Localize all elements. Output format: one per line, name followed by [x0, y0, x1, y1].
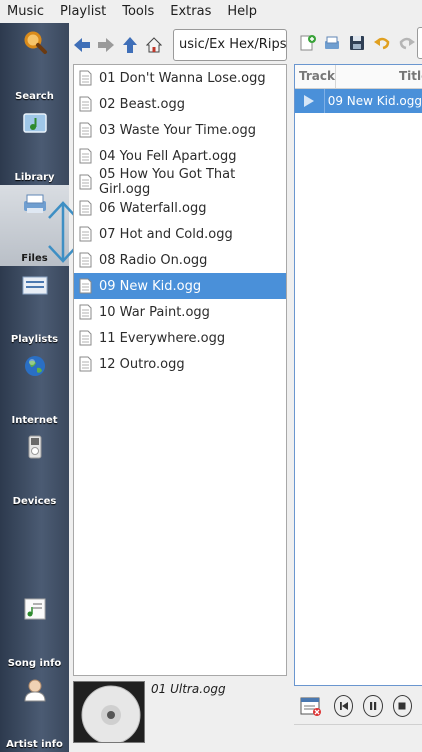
playlist-row-title: 09 New Kid.ogg	[327, 94, 422, 108]
file-name: 02 Beast.ogg	[99, 96, 186, 112]
audio-file-icon	[79, 148, 92, 164]
sidebar-item-label: Song info	[7, 658, 62, 669]
transport-bar	[294, 688, 422, 724]
sidebar-item-playlists[interactable]: Playlists	[0, 266, 69, 347]
sidebar-item-label: Internet	[11, 415, 58, 426]
column-title[interactable]: Title	[336, 65, 422, 88]
clear-playlist-button[interactable]	[300, 696, 322, 716]
audio-file-icon	[79, 200, 92, 216]
song-info-icon	[22, 596, 48, 622]
list-item[interactable]: 05 How You Got That Girl.ogg	[74, 167, 286, 197]
home-button[interactable]	[142, 33, 166, 57]
audio-file-icon	[79, 174, 92, 190]
file-name: 09 New Kid.ogg	[99, 278, 202, 294]
audio-file-icon	[79, 226, 92, 242]
audio-file-icon	[79, 304, 92, 320]
audio-file-icon	[79, 96, 92, 112]
album-art	[73, 681, 145, 743]
list-item[interactable]: 08 Radio On.ogg	[74, 247, 286, 273]
back-button[interactable]	[70, 33, 94, 57]
file-name: 05 How You Got That Girl.ogg	[99, 167, 236, 197]
file-name: 08 Radio On.ogg	[99, 252, 208, 268]
sidebar-item-label: Search	[15, 91, 54, 102]
file-name: 03 Waste Your Time.ogg	[99, 122, 256, 138]
globe-icon	[22, 353, 48, 379]
file-browser-toolbar: usic/Ex Hex/Rips	[70, 27, 292, 63]
list-item[interactable]: 06 Waterfall.ogg	[74, 195, 286, 221]
sidebar-item-label: Playlists	[10, 334, 59, 345]
artist-icon	[22, 677, 48, 703]
list-item[interactable]: 12 Outro.ogg	[74, 351, 286, 377]
file-name: 10 War Paint.ogg	[99, 304, 210, 320]
file-name: 07 Hot and Cold.ogg	[99, 226, 233, 242]
music-library-icon	[22, 110, 48, 136]
list-item[interactable]: 04 You Fell Apart.ogg	[74, 143, 286, 169]
up-button[interactable]	[118, 33, 142, 57]
sidebar-item-search[interactable]: Search	[0, 23, 69, 104]
file-name: 11 Everywhere.ogg	[99, 330, 226, 346]
sidebar-item-label: Library	[14, 172, 55, 183]
column-track[interactable]: Track	[295, 65, 336, 88]
pause-button[interactable]	[363, 695, 383, 717]
file-name: 01 Don't Wanna Lose.ogg	[99, 70, 266, 86]
list-item[interactable]: 10 War Paint.ogg	[74, 299, 286, 325]
menu-playlist[interactable]: Playlist	[52, 0, 114, 23]
list-item[interactable]: 11 Everywhere.ogg	[74, 325, 286, 351]
audio-file-icon	[79, 278, 92, 294]
file-name: 06 Waterfall.ogg	[99, 200, 207, 216]
list-item[interactable]: 02 Beast.ogg	[74, 91, 286, 117]
now-playing-title: 01 Ultra.ogg	[151, 682, 226, 696]
playlist-header: Track Title	[295, 65, 422, 89]
new-playlist-button[interactable]	[294, 31, 319, 56]
audio-file-icon	[79, 70, 92, 86]
ipod-icon	[22, 434, 48, 460]
audio-file-icon	[79, 252, 92, 268]
magnifier-icon	[22, 29, 48, 55]
menu-help[interactable]: Help	[219, 0, 265, 23]
sidebar-item-label: Artist info	[6, 739, 63, 750]
list-item[interactable]: 03 Waste Your Time.ogg	[74, 117, 286, 143]
list-item[interactable]: 09 New Kid.ogg	[74, 273, 286, 299]
now-playing-icon	[295, 89, 325, 113]
playlist-toolbar	[292, 27, 422, 59]
sidebar: Search Library Files Playlists Internet …	[0, 23, 78, 752]
forward-button[interactable]	[94, 33, 118, 57]
menu-bar: Music Playlist Tools Extras Help	[0, 0, 422, 23]
divider	[294, 724, 422, 725]
menu-tools[interactable]: Tools	[114, 0, 162, 23]
path-input[interactable]: usic/Ex Hex/Rips	[173, 29, 287, 61]
sidebar-item-internet[interactable]: Internet	[0, 347, 69, 428]
file-name: 04 You Fell Apart.ogg	[99, 148, 237, 164]
file-name: 12 Outro.ogg	[99, 356, 185, 372]
previous-track-button[interactable]	[334, 695, 354, 717]
stop-button[interactable]	[392, 695, 412, 717]
audio-file-icon	[79, 356, 92, 372]
playlist-icon	[22, 272, 48, 298]
menu-extras[interactable]: Extras	[162, 0, 219, 23]
audio-file-icon	[79, 122, 92, 138]
sidebar-item-label: Devices	[12, 496, 57, 507]
load-playlist-button[interactable]	[319, 31, 344, 56]
list-item[interactable]: 01 Don't Wanna Lose.ogg	[74, 65, 286, 91]
playlist-search-input[interactable]	[417, 27, 422, 59]
list-item[interactable]: 07 Hot and Cold.ogg	[74, 221, 286, 247]
save-playlist-button[interactable]	[344, 31, 369, 56]
menu-music[interactable]: Music	[0, 0, 52, 23]
sidebar-item-devices[interactable]: Devices	[0, 428, 69, 509]
file-list[interactable]: 01 Don't Wanna Lose.ogg 02 Beast.ogg 03 Wa…	[73, 64, 287, 676]
playlist-view[interactable]: Track Title 09 New Kid.ogg	[294, 64, 422, 686]
audio-file-icon	[79, 330, 92, 346]
sidebar-item-library[interactable]: Library	[0, 104, 69, 185]
undo-icon[interactable]	[369, 31, 394, 56]
redo-icon[interactable]	[394, 31, 419, 56]
sidebar-item-artist-info[interactable]: Artist info	[0, 671, 69, 752]
playlist-row[interactable]: 09 New Kid.ogg	[295, 89, 422, 113]
sidebar-item-song-info[interactable]: Song info	[0, 590, 69, 671]
